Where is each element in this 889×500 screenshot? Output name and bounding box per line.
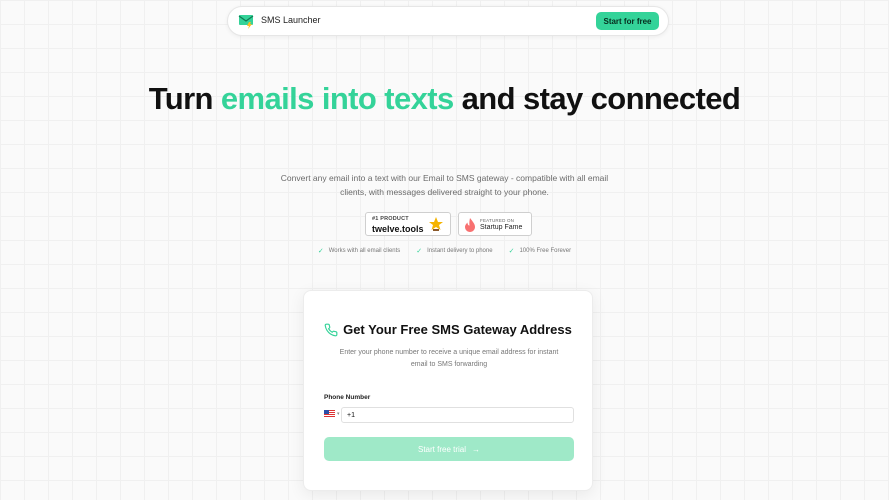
trial-button-label: Start free trial bbox=[417, 444, 466, 454]
card-subtitle: Enter your phone number to receive a uni… bbox=[339, 349, 559, 368]
envelope-bolt-icon[interactable] bbox=[238, 12, 256, 30]
phone-icon bbox=[324, 323, 338, 336]
start-for-free-button[interactable]: Start for free bbox=[596, 12, 659, 30]
feature-label: 100% Free Forever bbox=[519, 248, 572, 254]
feature-label: Instant delivery to phone bbox=[427, 248, 493, 254]
badge-big-text: Startup Fame bbox=[480, 224, 523, 231]
hero-title: Turn emails into texts and stay connecte… bbox=[0, 80, 889, 118]
country-selector[interactable]: ▾ bbox=[324, 410, 340, 418]
feature-list: ✓ Works with all email clients ✓ Instant… bbox=[0, 247, 889, 255]
check-icon: ✓ bbox=[317, 248, 324, 255]
hero-subtitle: Convert any email into a text with our E… bbox=[280, 173, 609, 197]
badge-small-text: #1 PRODUCT bbox=[372, 216, 409, 222]
check-icon: ✓ bbox=[416, 248, 423, 255]
navbar: SMS Launcher Start for free bbox=[227, 6, 669, 36]
feature-label: Works with all email clients bbox=[328, 248, 401, 254]
badge-small-text: FEATURED ON bbox=[480, 218, 515, 223]
us-flag-icon bbox=[324, 410, 335, 418]
flame-icon bbox=[465, 218, 475, 232]
phone-number-input[interactable] bbox=[341, 407, 574, 423]
check-icon: ✓ bbox=[508, 248, 515, 255]
startup-fame-badge[interactable]: FEATURED ON Startup Fame bbox=[458, 212, 532, 236]
badge-big-text: twelve.tools bbox=[372, 224, 424, 234]
hero-title-part1: Turn bbox=[148, 81, 221, 116]
twelve-tools-badge[interactable]: #1 PRODUCT twelve.tools bbox=[365, 212, 451, 236]
star-trophy-icon bbox=[429, 217, 443, 231]
hero-title-accent: emails into texts bbox=[220, 81, 454, 116]
gateway-signup-card: Get Your Free SMS Gateway Address Enter … bbox=[303, 290, 593, 491]
card-title: Get Your Free SMS Gateway Address bbox=[343, 322, 572, 337]
start-free-trial-button[interactable]: Start free trial → bbox=[324, 437, 574, 461]
phone-number-label: Phone Number bbox=[324, 394, 371, 401]
arrow-right-icon: → bbox=[472, 444, 480, 454]
hero-title-part2: and stay connected bbox=[453, 81, 741, 116]
card-title-row: Get Your Free SMS Gateway Address bbox=[304, 322, 592, 337]
feature-item: ✓ Instant delivery to phone bbox=[416, 247, 492, 255]
feature-item: ✓ Works with all email clients bbox=[318, 247, 400, 255]
brand-name[interactable]: SMS Launcher bbox=[261, 15, 321, 25]
chevron-down-icon: ▾ bbox=[337, 411, 340, 417]
feature-item: ✓ 100% Free Forever bbox=[509, 247, 572, 255]
